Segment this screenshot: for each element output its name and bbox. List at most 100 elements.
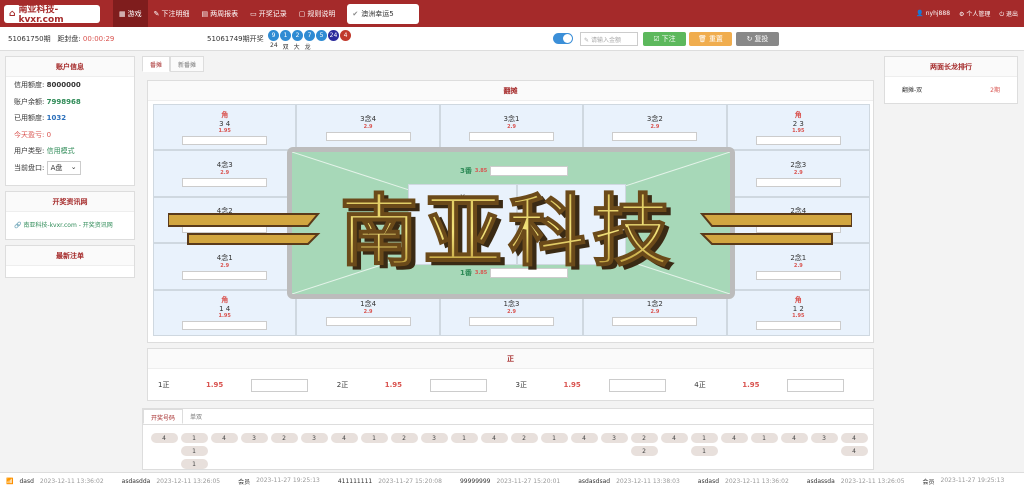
logout-link[interactable]: ⏻ 退出 — [999, 9, 1018, 19]
fan-cell[interactable]: 角2 3 1.95 — [726, 104, 870, 151]
fan-cell[interactable]: 2念3 2.9 — [726, 150, 870, 197]
quick-bet-toggle[interactable] — [553, 33, 573, 44]
cell-input[interactable] — [182, 270, 268, 280]
cell-odds: 2.9 — [793, 262, 803, 269]
ticker-time: 2023-11-27 15:20:01 — [496, 478, 561, 485]
fan-cell[interactable]: 3念4 2.9 — [296, 104, 440, 151]
cell-input[interactable] — [755, 135, 841, 145]
row-label: 账户余额: — [14, 97, 45, 106]
logo[interactable]: ⌂ 南亚科技-kvxr.com — [4, 4, 100, 25]
row-label: 已用额度: — [14, 114, 45, 123]
nav-rules[interactable]: ▢ 规则说明 — [293, 0, 342, 27]
nav-report[interactable]: ▤ 两周报表 — [196, 0, 245, 27]
zheng-input[interactable] — [429, 378, 487, 392]
cell-input[interactable] — [612, 317, 698, 327]
fan-cell[interactable]: 3念2 2.9 — [583, 104, 727, 151]
nav-bet-detail[interactable]: ✎ 下注明细 — [148, 0, 196, 27]
cell-input[interactable] — [182, 135, 268, 145]
history-pill: 4 — [840, 433, 868, 443]
fan-cell[interactable]: 2念1 2.9 — [726, 243, 870, 290]
cell-input[interactable] — [468, 131, 554, 141]
fan-cell[interactable]: 角1 2 1.95 — [726, 289, 870, 336]
cell-input[interactable] — [182, 178, 268, 188]
amount-input[interactable]: ✎ 请输入金额 — [580, 32, 638, 46]
ticker-item: dasd 2023-12-11 13:36:02 — [19, 478, 103, 485]
fan-cell[interactable]: 4念1 2.9 — [153, 243, 297, 290]
cell-name: 3 4 — [219, 119, 231, 128]
account-panel: 账户信息 信用额度: 8000000 账户余额: 7998968 已用额度: 1… — [5, 56, 135, 186]
nav-label: 两周报表 — [210, 9, 239, 18]
fan-cell[interactable]: 3念1 2.9 — [439, 104, 584, 151]
account-row: 用户类型: 信用模式 — [6, 143, 134, 160]
user-name[interactable]: 👤 nyhj888 — [916, 10, 950, 17]
cell-name: 1 4 — [219, 305, 231, 314]
cell-odds: 2.9 — [507, 123, 516, 130]
nav-game[interactable]: ▦ 游戏 — [113, 0, 148, 27]
main-nav: ▦ 游戏 ✎ 下注明细 ▤ 两周报表 ▭ 开奖记录 ▢ 规则说明 — [113, 0, 341, 27]
history-column: 4 — [659, 433, 689, 469]
zheng-input[interactable] — [251, 378, 308, 392]
ticker-time: 2023-12-11 13:36:02 — [725, 478, 789, 485]
result-ball: 7 — [304, 30, 315, 41]
news-link[interactable]: 🔗 南亚科技-kvxr.com - 开奖资讯网 — [6, 212, 134, 237]
tab-odd-even[interactable]: 单双 — [183, 409, 209, 424]
fan-cell[interactable]: 角3 4 1.95 — [153, 104, 297, 151]
fan-cell[interactable]: 4念3 2.9 — [153, 150, 297, 197]
zheng-input[interactable] — [787, 378, 845, 392]
odd-bet[interactable]: 单 1.95 — [408, 184, 517, 265]
monitor-icon: ▭ — [250, 9, 257, 18]
history-pill: 4 — [150, 433, 178, 443]
result-balls: 9 1 2 7 5 24 4 — [268, 30, 351, 41]
bet-button[interactable]: ☑ 下注 — [643, 32, 686, 46]
repeat-button[interactable]: ↻ 复投 — [736, 32, 779, 46]
cell-input[interactable] — [755, 321, 841, 331]
zheng-label: 2正 — [336, 381, 349, 389]
fan-1-bet[interactable]: 1番 3.85 — [460, 268, 569, 278]
result-stats: 24 双 大 龙 — [270, 42, 311, 51]
tab-fantan[interactable]: 番摊 — [142, 56, 171, 72]
cell-input[interactable] — [325, 317, 411, 327]
history-column: 4 — [719, 433, 749, 469]
cell-odds: 1.95 — [792, 313, 805, 320]
history-column: 2 — [269, 433, 299, 469]
cell-input[interactable] — [755, 224, 841, 234]
cell-input[interactable] — [612, 131, 698, 141]
profile-link[interactable]: ⚙ 个人管理 — [959, 9, 990, 18]
cell-input[interactable] — [468, 317, 554, 327]
ticker-item: 99999999 2023-11-27 15:20:01 — [460, 478, 560, 485]
tab-draw-numbers[interactable]: 开奖号码 — [143, 409, 184, 424]
account-row: 当前盘口: A盘 ⌄ — [6, 160, 134, 177]
cell-input[interactable] — [182, 321, 268, 331]
ticker-item: asdasdda 2023-12-11 13:26:05 — [122, 478, 220, 485]
cell-input[interactable] — [182, 224, 268, 234]
ticker-item: asdasd 2023-12-11 13:36:02 — [698, 478, 789, 485]
even-bet[interactable]: 双 1.95 — [517, 184, 626, 265]
history-pill: 2 — [270, 433, 298, 443]
last-period: 51061749期开奖 — [207, 34, 264, 43]
tab-new-fantan[interactable]: 新番摊 — [170, 56, 205, 72]
zheng-bet: 1正 1.95 — [158, 378, 337, 392]
fan-3-bet[interactable]: 3番 3.85 — [460, 166, 569, 176]
history-pill: 1 — [180, 459, 208, 469]
cell-input[interactable] — [755, 270, 841, 280]
user-area: 👤 nyhj888 ⚙ 个人管理 ⏻ 退出 — [916, 0, 1018, 27]
reset-button[interactable]: 🗑 重置 — [689, 32, 732, 46]
odd-odds: 1.95 — [456, 203, 469, 209]
zheng-input[interactable] — [608, 378, 666, 392]
cell-input[interactable] — [325, 131, 411, 141]
fan-3-input[interactable] — [490, 166, 569, 176]
zheng-panel: 正 1正 1.95 2正 1.95 3正 1.95 4正 1.95 — [147, 348, 874, 401]
fan-cell[interactable]: 4念2 2.9 — [153, 196, 297, 244]
pan-select[interactable]: A盘 ⌄ — [46, 160, 81, 175]
fan-cell[interactable]: 角1 4 1.95 — [153, 289, 297, 336]
fan-cell[interactable]: 2念4 2.9 — [726, 196, 870, 244]
fan-1-input[interactable] — [490, 268, 569, 278]
account-row: 账户余额: 7998968 — [6, 94, 134, 111]
cell-input[interactable] — [755, 178, 841, 188]
account-row: 已用额度: 1032 — [6, 110, 134, 127]
history-pill: 1 — [180, 433, 208, 443]
zheng-bet: 3正 1.95 — [516, 378, 695, 392]
game-select[interactable]: ✔ 澳洲幸运5 — [347, 3, 420, 24]
repeat-label: 复投 — [754, 35, 769, 43]
nav-draw-record[interactable]: ▭ 开奖记录 — [244, 0, 293, 27]
